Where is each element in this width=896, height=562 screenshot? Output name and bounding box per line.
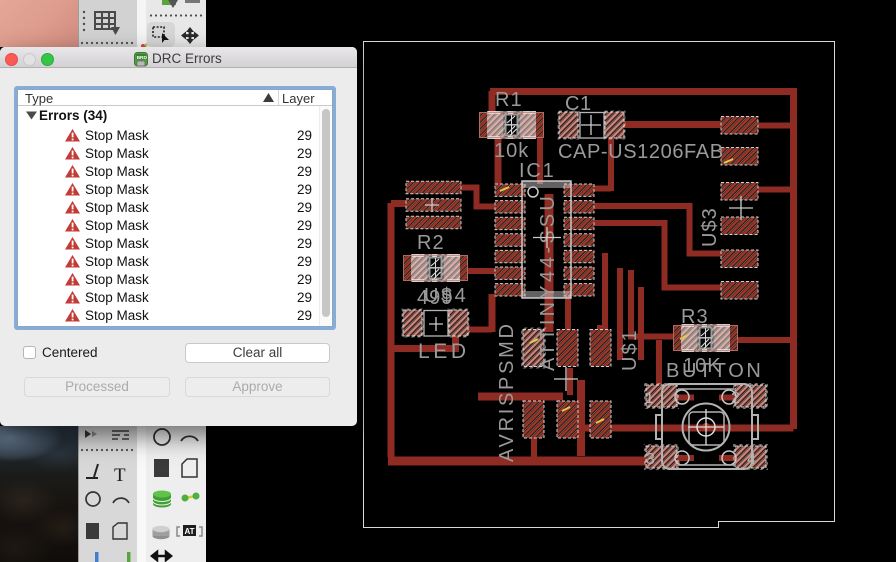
svg-text:T: T xyxy=(114,465,126,486)
svg-text:AT: AT xyxy=(185,527,195,536)
svg-text:BRD: BRD xyxy=(137,55,148,61)
